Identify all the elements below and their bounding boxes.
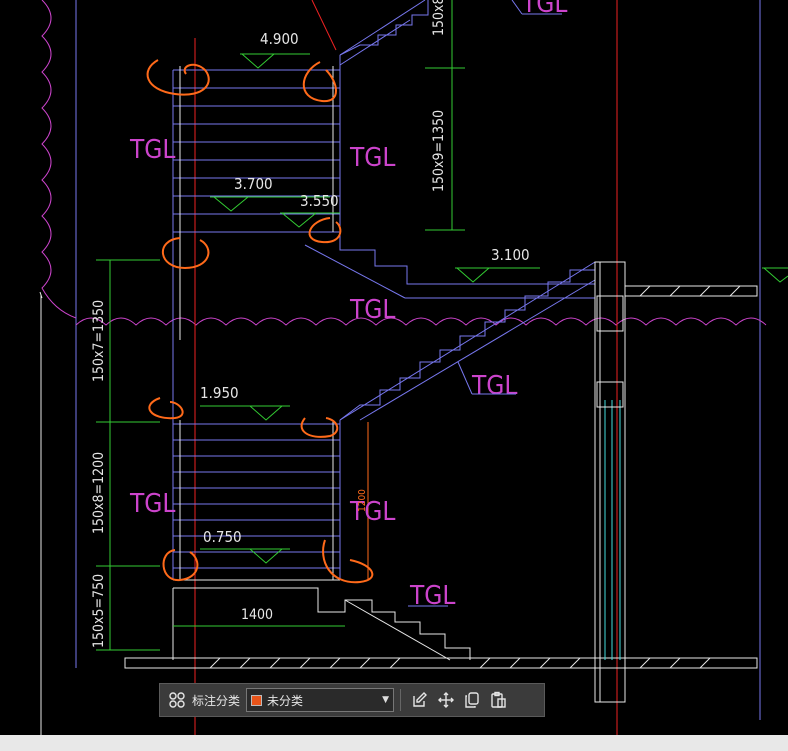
lower-flight-treads [173,423,340,569]
top-stair-slope-2 [339,19,411,66]
toolbar-separator [400,689,402,711]
leader-tgl-right-ramp [457,361,473,395]
leader-tgl-top [511,0,523,15]
ground-slab [124,657,758,669]
axis-line-diagonal [311,0,337,51]
top-stair-slope [339,0,426,56]
column-hatch-box-1 [596,295,624,332]
move-icon[interactable] [433,687,459,713]
elevation-right-floor: 3.100 [491,246,530,264]
category-color-swatch [251,694,263,706]
label-tgl-right-ramp: TGL [471,371,517,401]
copy-icon[interactable] [459,687,485,713]
ramp-stair-slope [339,261,596,421]
dimension-left-middle: 150x8=1200 [91,452,107,534]
dimension-top-right-partial: 150x8 [431,0,447,36]
dimension-left-lower: 150x5=750 [91,574,107,648]
label-tgl-upper-left: TGL [129,135,175,165]
elevation-top: 4.900 [260,30,299,48]
right-floor-hatch [639,285,741,297]
dimension-upper-right: 150x9=1350 [431,110,447,192]
annotation-category-label: 标注分类 [192,693,241,708]
label-tgl-middle: TGL [349,295,395,325]
label-tgl-lower-right: TGL [349,497,395,527]
annotation-toolbar: 标注分类 未分类 ▼ [159,683,545,717]
elevation-upper-landing-b: 3.550 [300,192,339,210]
annotation-category-value: 未分类 [267,693,304,708]
status-strip [0,735,788,751]
elevation-markers [200,53,788,564]
ground-hatch [209,657,711,669]
cad-viewport[interactable]: 4.900 3.700 3.550 3.100 1.950 0.750 TGL … [0,0,788,735]
elevation-middle-landing: 1.950 [200,384,239,402]
label-tgl-top: TGL [521,0,567,19]
edit-icon[interactable] [407,687,433,713]
dimension-left-upper: 150x7=1350 [91,300,107,382]
annotation-category-select[interactable]: 未分类 ▼ [246,688,395,712]
mid-stair-slope [304,244,406,299]
ramp-stair-profile [339,269,595,421]
mid-stair-profile [339,232,595,285]
dimension-vertical-small: 1200 [357,489,368,512]
revision-cloud-left [41,0,77,319]
label-tgl-upper-right: TGL [349,143,395,173]
elevation-upper-landing: 3.700 [234,175,273,193]
grid-icon[interactable] [164,687,190,713]
cad-drawing: 4.900 3.700 3.550 3.100 1.950 0.750 TGL … [39,0,788,735]
elevation-lower-landing: 0.750 [203,528,242,546]
chevron-down-icon: ▼ [382,695,390,705]
paste-icon[interactable] [485,687,511,713]
label-tgl-lower-left: TGL [129,489,175,519]
dimension-bottom-width: 1400 [241,607,273,623]
column-hatch-box-2 [596,381,624,408]
